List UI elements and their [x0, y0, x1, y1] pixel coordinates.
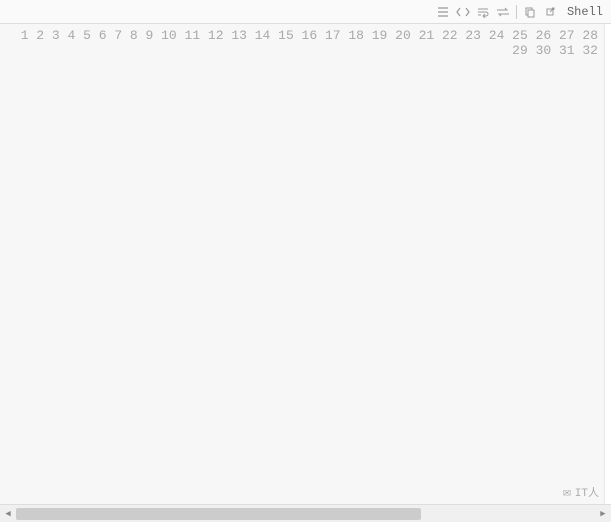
line-gutter: 1 2 3 4 5 6 7 8 9 10 11 12 13 14 15 16 1…	[0, 24, 605, 504]
swap-icon[interactable]	[496, 5, 510, 19]
watermark-text: IT人	[575, 484, 599, 500]
code-area[interactable]: mysql -h192.168.1.21 -uroot -proot123 -P…	[605, 24, 611, 504]
horizontal-scrollbar[interactable]: ◀ ▶	[0, 504, 611, 522]
editor: 1 2 3 4 5 6 7 8 9 10 11 12 13 14 15 16 1…	[0, 24, 611, 504]
scroll-left-arrow[interactable]: ◀	[0, 506, 16, 522]
popout-icon[interactable]	[543, 5, 557, 19]
menu-icon[interactable]	[436, 5, 450, 19]
scroll-track[interactable]	[16, 505, 595, 522]
toolbar: Shell	[0, 0, 611, 24]
wechat-icon: ✉	[563, 485, 571, 500]
shell-label[interactable]: Shell	[567, 5, 603, 19]
scroll-thumb[interactable]	[16, 508, 421, 520]
code-icon[interactable]	[456, 5, 470, 19]
toolbar-divider	[516, 5, 517, 19]
copy-icon[interactable]	[523, 5, 537, 19]
watermark: ✉ IT人	[563, 484, 599, 500]
wrap-icon[interactable]	[476, 5, 490, 19]
scroll-right-arrow[interactable]: ▶	[595, 506, 611, 522]
